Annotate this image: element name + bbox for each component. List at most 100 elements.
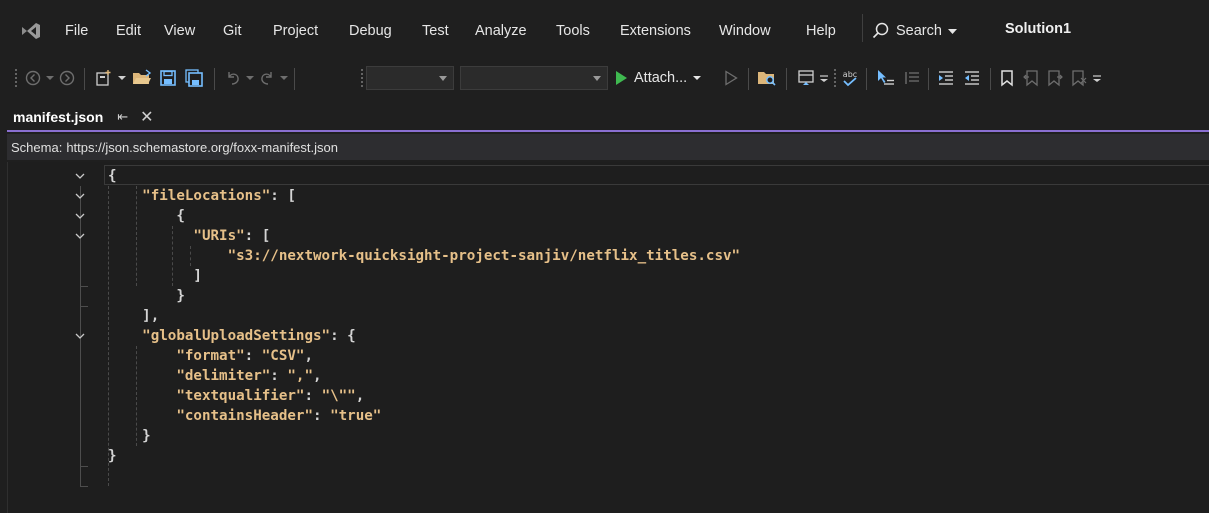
fold-toggle-icon[interactable] [75,186,85,206]
redo-dropdown[interactable] [278,58,290,98]
open-file-button[interactable] [130,58,154,98]
standard-toolbar: Attach... abc [0,58,1209,98]
menu-window[interactable]: Window [719,20,771,42]
navigate-forward-button[interactable] [56,58,78,98]
json-punctuation: } [108,448,117,464]
save-button[interactable] [156,58,180,98]
save-all-button[interactable] [182,58,206,98]
outline-end-marker [80,286,88,287]
pin-icon[interactable]: ⇤ [117,109,128,125]
overflow-icon [1093,75,1101,82]
json-key: "fileLocations" [108,188,271,204]
json-key: "textqualifier" [108,388,305,404]
search-button[interactable]: Search [872,18,957,44]
play-icon [616,71,627,85]
toolbar-grip[interactable] [14,68,18,88]
menu-project[interactable]: Project [273,20,318,42]
fold-toggle-icon[interactable] [75,226,85,246]
uncomment-lines-button[interactable] [900,58,924,98]
toolbar-overflow-button[interactable] [818,58,830,98]
code-line: ], [108,306,159,326]
navigate-back-icon [25,70,41,86]
chevron-down-icon [46,76,54,80]
menu-bar: File Edit View Git Project Debug Test An… [0,0,1209,58]
json-punctuation: : [313,408,331,424]
menu-analyze[interactable]: Analyze [475,20,527,42]
json-key: "delimiter" [108,368,271,384]
json-key: "globalUploadSettings" [108,328,331,344]
code-line: } [108,286,185,306]
clear-bookmarks-button[interactable] [1068,58,1090,98]
menu-test[interactable]: Test [422,20,449,42]
browse-folder-button[interactable] [754,58,780,98]
code-line: "globalUploadSettings": { [108,326,356,346]
code-line: { [108,206,185,226]
solution-platforms-select[interactable] [460,66,608,90]
visual-studio-logo-icon [22,23,40,39]
toolbar-separator [928,68,929,90]
fold-toggle-icon[interactable] [75,166,85,186]
redo-icon [261,72,272,85]
code-line: { [108,166,117,186]
previous-bookmark-button[interactable] [1020,58,1042,98]
json-punctuation: } [108,428,151,444]
outline-end-marker [80,306,88,307]
menu-git[interactable]: Git [223,20,242,42]
save-all-icon [185,69,203,87]
json-string: "true" [330,408,382,424]
code-line: "textqualifier": "\"", [108,386,364,406]
json-punctuation: : [ [270,188,296,204]
new-project-button[interactable] [92,58,116,98]
redo-button[interactable] [256,58,278,98]
increase-indent-button[interactable] [934,58,958,98]
navigate-forward-icon [59,70,75,86]
code-line: "s3://nextwork-quicksight-project-sanjiv… [108,246,741,266]
undo-button[interactable] [222,58,244,98]
json-punctuation: { [108,168,117,184]
code-editor[interactable]: { "fileLocations": [ { "URIs": [ "s3://n… [7,162,1209,513]
menu-edit[interactable]: Edit [116,20,141,42]
menu-debug[interactable]: Debug [349,20,392,42]
start-without-debugging-button[interactable] [720,58,742,98]
new-project-dropdown[interactable] [116,58,128,98]
overflow-icon [820,75,828,82]
play-outline-icon [725,70,738,86]
json-punctuation: : [270,368,288,384]
decrease-indent-button[interactable] [960,58,984,98]
navigate-back-dropdown[interactable] [44,58,56,98]
code-line: "containsHeader": "true" [108,406,381,426]
tab-manifest-json[interactable]: manifest.json ⇤ ✕ [7,103,185,131]
toolbar-grip[interactable] [360,68,364,88]
menu-file[interactable]: File [65,20,88,42]
indent-icon [939,71,953,85]
schema-url[interactable]: https://json.schemastore.org/foxx-manife… [66,140,338,155]
attach-label: Attach... [634,70,688,86]
json-key: "containsHeader" [108,408,313,424]
outline-end-marker [80,486,88,487]
chevron-down-icon [118,76,126,80]
toolbar-overflow-button[interactable] [1090,58,1104,98]
solution-configurations-select[interactable] [366,66,454,90]
close-icon[interactable]: ✕ [140,107,153,127]
next-bookmark-button[interactable] [1044,58,1066,98]
menu-view[interactable]: View [164,20,195,42]
toolbar-grip[interactable] [833,68,837,88]
attach-button[interactable]: Attach... [614,66,702,90]
chevron-down-icon [947,29,957,34]
chevron-down-icon [439,76,447,81]
document-tab-strip: manifest.json ⇤ ✕ [0,98,1209,131]
toggle-bookmark-button[interactable] [996,58,1018,98]
comment-lines-button[interactable] [872,58,898,98]
json-key: "URIs" [108,228,245,244]
fold-toggle-icon[interactable] [75,326,85,346]
menu-help[interactable]: Help [806,20,836,42]
menu-extensions[interactable]: Extensions [620,20,691,42]
fold-toggle-icon[interactable] [75,206,85,226]
navigate-back-button[interactable] [22,58,44,98]
undo-dropdown[interactable] [244,58,256,98]
chevron-down-icon [693,76,702,80]
window-layout-button[interactable] [794,58,818,98]
code-line: "format": "CSV", [108,346,313,366]
spell-check-button[interactable]: abc [838,58,862,98]
menu-tools[interactable]: Tools [556,20,590,42]
